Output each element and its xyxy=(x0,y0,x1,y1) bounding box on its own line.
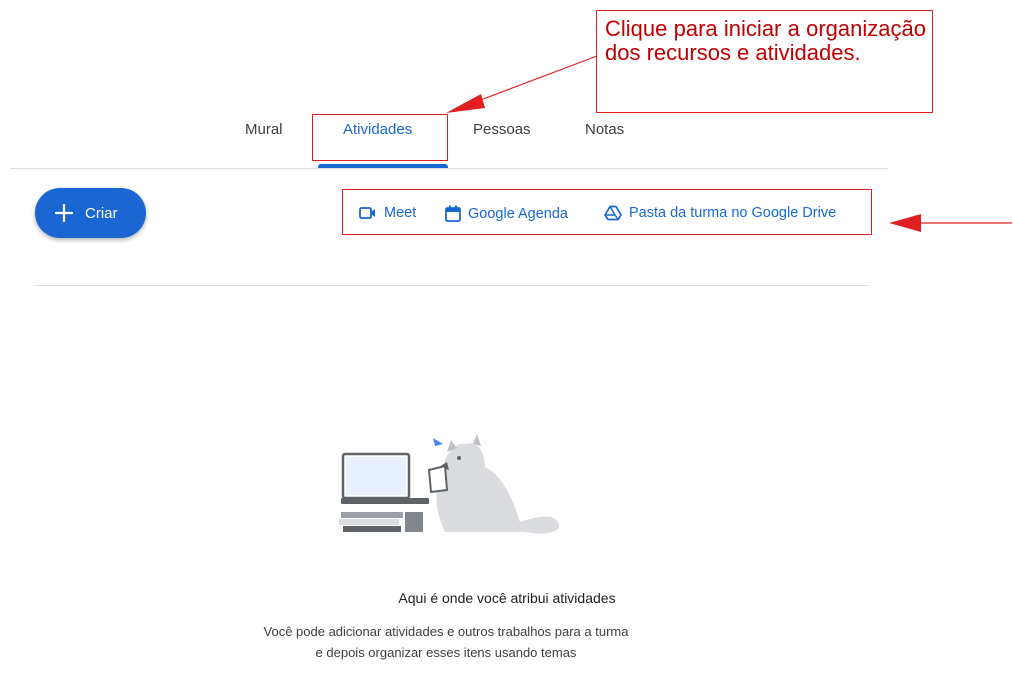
empty-state-description: Você pode adicionar atividades e outros … xyxy=(263,624,629,660)
annotation-arrows xyxy=(446,55,1012,232)
callout-arrow-head xyxy=(446,94,485,113)
links-arrow-head xyxy=(889,214,921,232)
callout-arrow-line xyxy=(469,55,598,105)
empty-state-title: Aqui é onde você atribui atividades xyxy=(398,590,616,606)
empty-state-illustration xyxy=(339,434,560,534)
